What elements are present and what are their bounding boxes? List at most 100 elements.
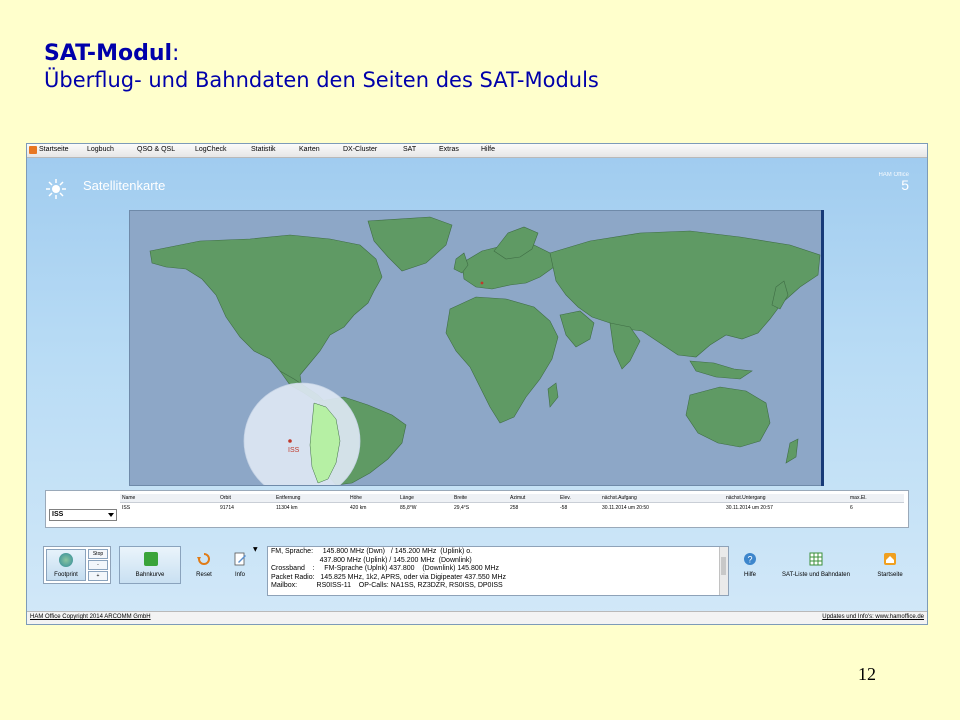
menu-karten[interactable]: Karten [299, 146, 320, 153]
bahnkurve-button[interactable]: Bahnkurve [119, 546, 181, 584]
title-colon: : [172, 41, 180, 66]
info-line: Crossband : FM-Sprache (Uplnk) 437.800 (… [271, 565, 499, 573]
cell-elev: -58 [560, 505, 568, 511]
hilfe-button[interactable]: ? Hilfe [735, 550, 765, 582]
check-icon [144, 552, 158, 566]
home-icon [884, 553, 896, 565]
satellite-icon [46, 179, 66, 199]
footprint-label: Footprint [54, 572, 78, 578]
bahnkurve-label: Bahnkurve [135, 572, 165, 578]
satellite-table-panel: ISS Name Orbit Entfernung Höhe Länge Bre… [45, 490, 909, 528]
home-icon [29, 146, 37, 154]
menu-hilfe[interactable]: Hilfe [481, 146, 495, 153]
menu-startseite[interactable]: Startseite [39, 146, 69, 153]
refresh-icon [197, 553, 210, 565]
module-name: SAT-Modul [44, 41, 173, 66]
col-breite: Breite [454, 495, 468, 501]
menu-logcheck[interactable]: LogCheck [195, 146, 227, 153]
satellite-select[interactable]: ISS [49, 509, 117, 521]
slide-title-line1: SAT-Modul: [44, 40, 599, 67]
col-elev: Elev. [560, 495, 571, 501]
bottom-toolbar: Footprint Stop - + Bahnkurve Reset Info … [27, 540, 927, 612]
menu-qso-qsl[interactable]: QSO & QSL [137, 146, 175, 153]
info-scrollbar[interactable] [719, 547, 728, 595]
stop-controls: Stop - + [88, 549, 108, 581]
col-laenge: Länge [400, 495, 414, 501]
land-north-america [149, 234, 383, 390]
menu-sat[interactable]: SAT [403, 146, 416, 153]
table-icon [809, 552, 823, 566]
col-name: Name [122, 495, 136, 501]
info-label: Info [234, 572, 245, 578]
info-line: Mailbox: RS0ISS-11 OP-Calls: NA1SS, RZ3D… [271, 582, 503, 590]
world-map[interactable]: ISS [129, 210, 823, 500]
col-orbit: Orbit [220, 495, 231, 501]
cell-hoehe: 420 km [350, 505, 367, 511]
satellite-select-value: ISS [52, 511, 64, 518]
col-max-el: max.El. [850, 495, 867, 501]
table-row[interactable]: ISS 91714 11304 km 420 km 85,8°W 29,4°S … [120, 504, 904, 512]
cell-untergang: 30.11.2014 um 20:57 [726, 505, 773, 511]
sat-liste-label: SAT-Liste und Bahndaten [782, 572, 850, 578]
app-window: Startseite Logbuch QSO & QSL LogCheck St… [26, 143, 928, 625]
edit-icon [234, 552, 246, 566]
menu-bar: Startseite Logbuch QSO & QSL LogCheck St… [27, 144, 927, 158]
svg-text:?: ? [747, 555, 752, 565]
sat-liste-button[interactable]: SAT-Liste und Bahndaten [782, 550, 850, 582]
startseite-label: Startseite [877, 572, 903, 578]
menu-statistik[interactable]: Statistik [251, 146, 276, 153]
satellite-info-text[interactable]: FM, Sprache: 145.800 MHz (Dwn) / 145.200… [267, 546, 729, 596]
table-header: Name Orbit Entfernung Höhe Länge Breite … [120, 494, 904, 503]
zoom-minus-button[interactable]: - [88, 560, 108, 570]
cell-orbit: 91714 [220, 505, 234, 511]
info-line: Packet Radio: 145.825 MHz, 1k2, APRS, od… [271, 573, 507, 581]
world-map-svg: ISS [149, 216, 821, 500]
cell-breite: 29,4°S [454, 505, 470, 511]
copyright-link[interactable]: HAM Office Copyright 2014 ARCOMM GmbH [30, 614, 151, 620]
col-untergang: nächst.Untergang [726, 495, 766, 501]
updates-link[interactable]: Updates und Info's: www.hamoffice.de [822, 614, 924, 620]
brand-name: HAM Office [878, 172, 909, 178]
land-new-zealand [785, 438, 799, 464]
cell-name: ISS [122, 505, 131, 511]
cell-azimut: 258 [510, 505, 519, 511]
menu-logbuch[interactable]: Logbuch [87, 146, 114, 153]
iss-map-label: ISS [288, 447, 300, 454]
map-scroll-edge [821, 210, 824, 486]
slide-title: SAT-Modul: Überflug- und Bahndaten den S… [44, 40, 599, 94]
brand: HAM Office 5 [878, 172, 909, 192]
page-title: Satellitenkarte [83, 178, 166, 193]
land-madagascar [547, 382, 559, 408]
col-azimut: Azimut [510, 495, 526, 501]
satellite-table: Name Orbit Entfernung Höhe Länge Breite … [120, 494, 904, 524]
col-hoehe: Höhe [350, 495, 362, 501]
footprint-group: Footprint Stop - + [43, 546, 111, 584]
brand-version: 5 [901, 177, 909, 193]
col-aufgang: nächst.Aufgang [602, 495, 637, 501]
col-entfernung: Entfernung [276, 495, 301, 501]
stop-button[interactable]: Stop [88, 549, 108, 559]
info-button[interactable]: Info [225, 550, 255, 582]
footprint-button[interactable]: Footprint [46, 549, 86, 581]
help-icon: ? [744, 553, 756, 565]
chevron-down-icon[interactable] [108, 513, 114, 517]
cell-max-el: 6 [850, 505, 853, 511]
slide-subtitle: Überflug- und Bahndaten den Seiten des S… [44, 68, 599, 92]
startseite-button[interactable]: Startseite [875, 550, 905, 582]
info-line: FM, Sprache: 145.800 MHz (Dwn) / 145.200… [271, 548, 473, 555]
page-number: 12 [858, 664, 876, 684]
cell-entfernung: 11304 km [276, 505, 298, 511]
zoom-plus-button[interactable]: + [88, 571, 108, 581]
land-australia [685, 386, 771, 448]
menu-extras[interactable]: Extras [439, 146, 459, 153]
globe-icon [59, 553, 73, 567]
status-bar: HAM Office Copyright 2014 ARCOMM GmbH Up… [27, 611, 927, 624]
cell-laenge: 85,8°W [400, 505, 417, 511]
info-line: 437.800 MHz (Uplink) / 145.200 MHz (Down… [271, 556, 472, 564]
qth-marker [480, 281, 484, 285]
dropdown-arrow-icon[interactable]: ▼ [253, 546, 258, 553]
menu-dx-cluster[interactable]: DX-Cluster [343, 146, 377, 153]
hilfe-label: Hilfe [743, 572, 756, 578]
land-indonesia [689, 360, 753, 380]
land-arabia [559, 310, 595, 348]
